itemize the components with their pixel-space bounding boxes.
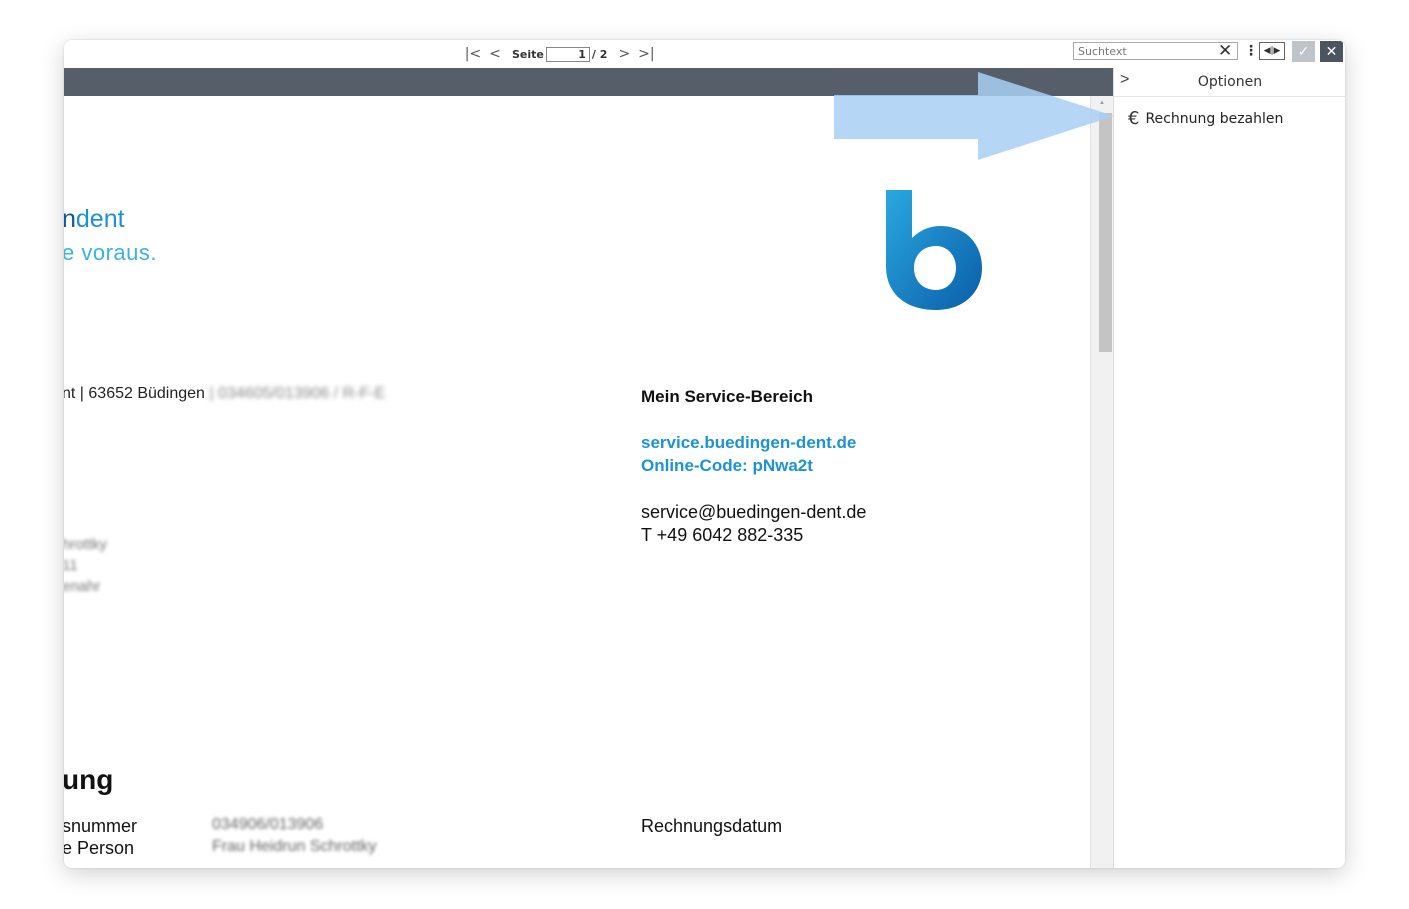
recipient-line: 11 [64,557,78,574]
brand-name-bold: n [64,205,76,233]
document-scrollbar[interactable]: ▲ [1090,96,1114,868]
last-page-button[interactable]: >| [635,46,657,62]
field-label-person: e Person [64,838,135,858]
page-number-input[interactable]: 1 [545,46,590,62]
page-navigation: |< < Seite 1 / 2 > >| [462,40,657,68]
brand-name: ndent [64,205,125,234]
page-total: / 2 [591,47,608,61]
next-page-button[interactable]: > [613,46,635,62]
first-page-button[interactable]: |< [462,46,484,62]
brand-slogan: e voraus. [64,240,157,265]
service-url-link[interactable]: service.buedingen-dent.de [641,433,856,453]
service-title: Mein Service-Bereich [641,387,813,406]
options-panel: > Optionen € Rechnung bezahlen [1113,68,1345,868]
recipient-address: hrottky 11 enahr [64,534,107,597]
field-value-person: Frau Heidrun Schrottky [212,838,377,855]
options-panel-header: > Optionen [1114,68,1345,97]
document-page: ndent e voraus. nt | 63652 Büdingen | 03… [64,96,1090,868]
recipient-line: enahr [64,578,101,595]
close-button[interactable]: ✕ [1320,41,1343,62]
invoice-date-label: Rechnungsdatum [641,816,783,836]
page-label: Seite [512,47,544,61]
service-phone: T +49 6042 882-335 [641,525,804,545]
pay-invoice-label: Rechnung bezahlen [1145,110,1284,127]
toolbar: |< < Seite 1 / 2 > >| Suchtext ✕ ⋮ ◀|▶ ✓… [64,40,1345,68]
split-view-icon[interactable]: ◀|▶ [1259,42,1285,60]
field-value-number: 034906/013906 [212,816,324,833]
document-heading: ung [64,764,114,795]
invoice-viewer-window: |< < Seite 1 / 2 > >| Suchtext ✕ ⋮ ◀|▶ ✓… [64,40,1345,868]
brand-name-rest: dent [75,205,125,233]
sender-address-text: nt | 63652 Büdingen [64,385,205,402]
highlight-arrow-icon [834,72,1114,160]
more-options-icon[interactable]: ⋮ [1244,43,1258,59]
options-panel-title: Optionen [1197,74,1263,90]
confirm-button[interactable]: ✓ [1292,41,1315,62]
online-code: Online-Code: pNwa2t [641,456,813,475]
clear-search-icon[interactable]: ✕ [1218,41,1232,61]
company-logo [886,190,982,310]
sender-address-line: nt | 63652 Büdingen | 034605/013906 / R-… [64,385,385,403]
service-email[interactable]: service@buedingen-dent.de [641,502,866,523]
prev-page-button[interactable]: < [484,46,506,62]
search-input[interactable]: Suchtext [1073,42,1238,60]
recipient-line: hrottky [64,536,108,553]
pay-invoice-button[interactable]: € Rechnung bezahlen [1128,108,1283,129]
field-label-number: snummer [64,816,138,836]
euro-pay-icon: € [1128,108,1140,129]
sender-reference-blurred: | 034605/013906 / R-F-E [209,385,386,402]
